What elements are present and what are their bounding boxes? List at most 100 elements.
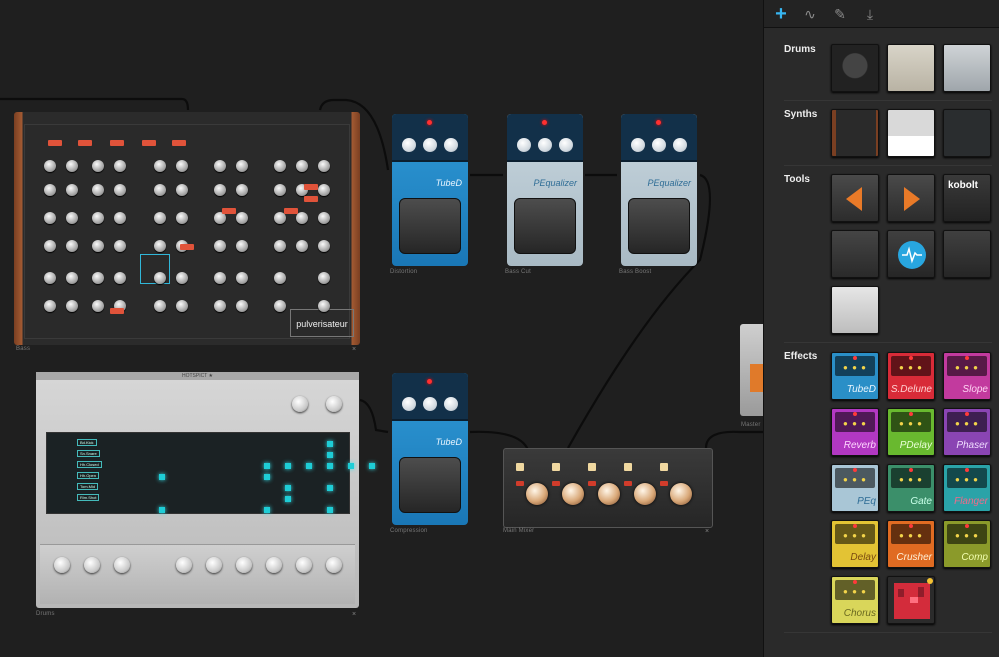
synth-knob[interactable] [236,272,248,284]
tone-knob[interactable] [444,138,458,152]
synth-knob[interactable] [274,300,286,312]
master-device-partial[interactable] [740,324,763,416]
synth-knob[interactable] [296,212,308,224]
effect-tile-chorus[interactable]: ● ● ● Chorus [831,576,879,624]
gain-knob[interactable] [631,138,645,152]
tool-tile-eq[interactable] [943,230,991,278]
synth-knob[interactable] [44,272,56,284]
synth-knob[interactable] [318,212,330,224]
synth-knob[interactable] [176,272,188,284]
step-cell-on[interactable] [285,485,291,491]
step-cell-on[interactable] [264,507,270,513]
pequalizer-pedal-bass-boost[interactable]: PEqualizer [621,114,697,266]
synth-knob[interactable] [318,272,330,284]
synth-toggle-button[interactable] [180,244,194,250]
drum-machine[interactable]: HOTSPICT ★ Bd.Kick Sn.Snare Hh.Closed Hh.Op… [36,372,375,608]
synth-toggle-button[interactable] [222,208,236,214]
tool-tile-merger[interactable] [887,174,935,222]
effect-tile-phaser[interactable]: ● ● ● Phaser [943,408,991,456]
synth-toggle-button[interactable] [304,196,318,202]
step-cell-on[interactable] [327,485,333,491]
drive-knob[interactable] [402,397,416,411]
effect-tile-s-delune[interactable]: ● ● ● S.Delune [887,352,935,400]
mixer-mute-button[interactable] [552,463,560,471]
synth-tile-matrix[interactable] [943,109,991,157]
synth-toggle-button[interactable] [110,308,124,314]
synth-knob[interactable] [296,240,308,252]
synth-knob[interactable] [66,212,78,224]
footswitch[interactable] [514,198,576,254]
synth-knob[interactable] [236,300,248,312]
synth-knob[interactable] [44,184,56,196]
synth-knob[interactable] [274,272,286,284]
drum-machine-tile-1[interactable] [831,44,879,92]
drum-knob[interactable] [54,557,70,573]
step-cell-on[interactable] [285,496,291,502]
effect-tile-slope[interactable]: ● ● ● Slope [943,352,991,400]
synth-knob[interactable] [114,184,126,196]
step-cell-on[interactable] [159,474,165,480]
drum-machine-tile-2[interactable] [887,44,935,92]
tool-tile-channel-strip[interactable] [831,286,879,334]
wrench-tab-icon[interactable]: ✎ [827,3,853,25]
mixer-mute-button[interactable] [660,463,668,471]
effect-tile-comp[interactable]: ● ● ● Comp [943,520,991,568]
freq-knob[interactable] [538,138,552,152]
synth-knob[interactable] [114,272,126,284]
synth-knob[interactable] [274,184,286,196]
mixer-solo-button[interactable] [552,481,560,486]
synth-knob[interactable] [214,160,226,172]
mixer-solo-button[interactable] [624,481,632,486]
synth-knob[interactable] [274,160,286,172]
synth-toggle-button[interactable] [172,140,186,146]
synth-knob[interactable] [92,212,104,224]
effect-tile-delay[interactable]: ● ● ● Delay [831,520,879,568]
drum-knob[interactable] [326,557,342,573]
step-cell-on[interactable] [327,463,333,469]
drum-master-knob[interactable] [292,396,308,412]
step-cell-on[interactable] [369,463,375,469]
effect-tile-reverb[interactable]: ● ● ● Reverb [831,408,879,456]
freq-knob[interactable] [652,138,666,152]
synth-knob[interactable] [114,212,126,224]
synth-knob[interactable] [66,300,78,312]
drum-knob[interactable] [176,557,192,573]
footswitch[interactable] [628,198,690,254]
pulverisateur-synth[interactable]: pulverisateur [14,112,360,345]
drums-close-button[interactable]: × [352,611,356,618]
synth-knob[interactable] [176,212,188,224]
track-label[interactable]: Hh.Open [77,472,100,479]
mixer-mute-button[interactable] [624,463,632,471]
track-label[interactable]: Bd.Kick [77,439,97,446]
step-cell-on[interactable] [264,463,270,469]
synth-knob[interactable] [92,300,104,312]
synth-knob[interactable] [176,300,188,312]
tool-tile-scope[interactable] [887,230,935,278]
step-cell-on[interactable] [285,463,291,469]
tool-tile-knob[interactable] [831,230,879,278]
step-sequencer-grid[interactable]: Bd.Kick Sn.Snare Hh.Closed Hh.Open Tom.Mid Ri… [46,432,375,514]
tubed-pedal-distortion[interactable]: TubeD [392,114,468,266]
synth-knob[interactable] [236,160,248,172]
synth-knob[interactable] [318,184,330,196]
synth-toggle-button[interactable] [110,140,124,146]
mixer-mute-button[interactable] [588,463,596,471]
tone-knob[interactable] [444,397,458,411]
drum-master-knob[interactable] [326,396,342,412]
synth-knob[interactable] [318,240,330,252]
track-label[interactable]: Rim.Shot [77,494,100,501]
drum-knob[interactable] [84,557,100,573]
synth-knob[interactable] [154,160,166,172]
synth-toggle-button[interactable] [142,140,156,146]
synth-tile-keyboard[interactable] [887,109,935,157]
synth-knob[interactable] [154,272,166,284]
tubed-pedal-compression[interactable]: TubeD [392,373,468,525]
track-label[interactable]: Hh.Closed [77,461,102,468]
synth-knob[interactable] [92,184,104,196]
level-knob[interactable] [423,138,437,152]
synth-knob[interactable] [176,184,188,196]
synth-knob[interactable] [318,300,330,312]
synth-knob[interactable] [296,160,308,172]
synth-knob[interactable] [92,272,104,284]
effect-tile-peq[interactable]: ● ● ● PEq [831,464,879,512]
